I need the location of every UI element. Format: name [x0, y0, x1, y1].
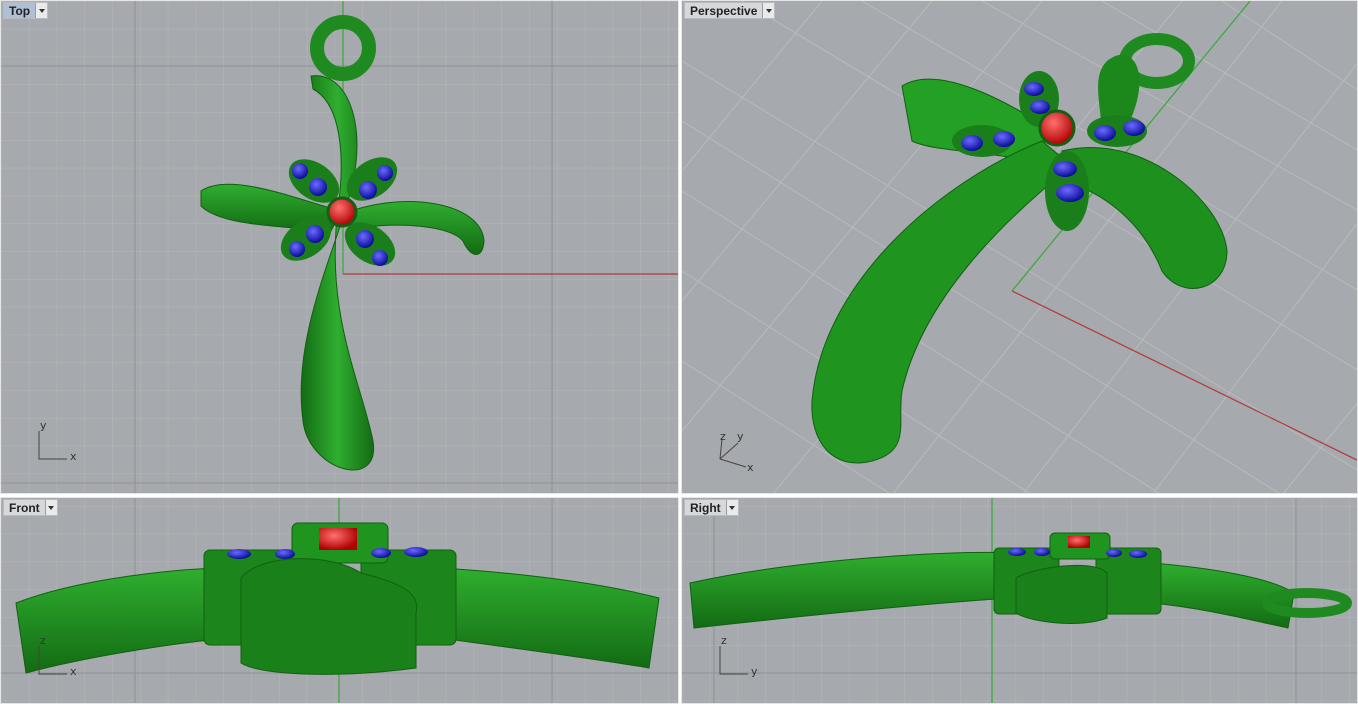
axis-label-x: x: [70, 450, 77, 463]
red-center-gem: [319, 528, 357, 550]
viewport-tab-front[interactable]: Front: [3, 499, 58, 516]
viewport-right[interactable]: Right z y: [681, 497, 1358, 704]
axis-label-z: z: [721, 634, 727, 647]
red-center-gem: [1068, 536, 1090, 548]
viewport-title: Perspective: [690, 3, 758, 18]
viewport-title: Top: [9, 3, 31, 18]
viewport-canvas[interactable]: z x: [1, 498, 679, 704]
axis-label-z: z: [40, 634, 46, 647]
viewport-tab-top[interactable]: Top: [3, 2, 49, 19]
viewport-menu-dropdown-icon[interactable]: [725, 500, 738, 515]
axis-label-y: y: [40, 419, 47, 432]
viewport-tab-right[interactable]: Right: [684, 499, 739, 516]
viewport-perspective[interactable]: Perspective z y x: [681, 0, 1358, 494]
viewport-canvas[interactable]: z y: [682, 498, 1358, 704]
red-center-gem: [1038, 109, 1076, 147]
red-center-gem: [326, 196, 358, 228]
axis-label-z: z: [720, 430, 726, 443]
viewport-tab-perspective[interactable]: Perspective: [684, 2, 776, 19]
viewport-top[interactable]: Top y x: [0, 0, 679, 494]
viewport-title: Right: [690, 500, 721, 515]
axis-label-y: y: [751, 665, 758, 678]
viewport-menu-dropdown-icon[interactable]: [35, 3, 48, 18]
axis-label-x: x: [70, 665, 77, 678]
stem-front: [1015, 564, 1108, 624]
axis-label-y: y: [737, 430, 744, 443]
viewport-background: [682, 1, 1357, 493]
viewport-canvas[interactable]: y x: [1, 1, 679, 494]
viewport-canvas[interactable]: z y x: [682, 1, 1358, 494]
axis-label-x: x: [747, 461, 754, 474]
viewport-menu-dropdown-icon[interactable]: [44, 500, 57, 515]
viewport-front[interactable]: Front z x: [0, 497, 679, 704]
viewport-title: Front: [9, 500, 40, 515]
viewport-menu-dropdown-icon[interactable]: [762, 3, 775, 18]
